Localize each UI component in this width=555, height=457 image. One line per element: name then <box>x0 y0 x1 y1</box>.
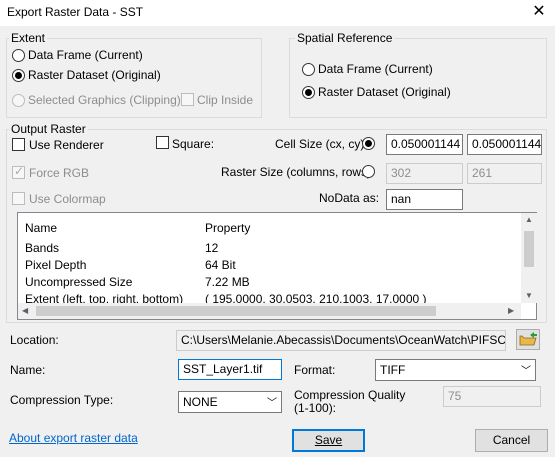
row-value: 12 <box>205 241 219 255</box>
location-label: Location: <box>10 333 59 347</box>
scroll-up-icon[interactable]: ▲ <box>525 215 533 224</box>
row-name: Pixel Depth <box>25 258 87 272</box>
about-export-link[interactable]: About export raster data <box>9 431 138 445</box>
clip-inside-checkbox[interactable] <box>181 93 194 106</box>
row-value: 7.22 MB <box>205 275 250 289</box>
extent-raster-dataset-radio[interactable] <box>12 69 25 82</box>
cell-size-x-input[interactable]: 0.050001144 <box>386 134 463 155</box>
force-rgb-label: Force RGB <box>29 166 90 180</box>
extent-selected-graphics-radio[interactable] <box>12 94 25 107</box>
raster-size-radio[interactable] <box>362 165 375 178</box>
column-header-property: Property <box>205 221 251 235</box>
cancel-button[interactable]: Cancel <box>475 429 548 452</box>
use-renderer-checkbox[interactable] <box>12 138 25 151</box>
row-name: Uncompressed Size <box>25 275 133 289</box>
format-label: Format: <box>294 363 336 377</box>
horizontal-scroll-thumb[interactable] <box>36 306 436 316</box>
use-colormap-checkbox[interactable] <box>12 192 25 205</box>
scroll-right-icon[interactable]: ▶ <box>508 306 514 315</box>
location-input[interactable]: C:\Users\Melanie.Abecassis\Documents\Oce… <box>176 330 506 351</box>
column-header-name: Name <box>25 221 58 235</box>
output-raster-legend: Output Raster <box>9 122 88 136</box>
row-name: Bands <box>25 241 60 255</box>
spatial-raster-dataset-label: Raster Dataset (Original) <box>318 85 451 99</box>
spatial-reference-legend: Spatial Reference <box>295 31 395 45</box>
scroll-down-icon[interactable]: ▼ <box>525 291 533 300</box>
extent-legend: Extent <box>9 31 48 45</box>
cancel-button-label: Cancel <box>492 433 531 447</box>
vertical-scroll-thumb[interactable] <box>524 231 534 267</box>
cell-size-y-input[interactable]: 0.050001144 <box>467 134 542 155</box>
use-colormap-label: Use Colormap <box>29 192 106 206</box>
table-row: Bands 12 <box>18 241 522 258</box>
compression-quality-input[interactable]: 75 <box>443 386 541 407</box>
horizontal-scrollbar[interactable]: ◀ ▶ <box>18 303 521 319</box>
spatial-data-frame-label: Data Frame (Current) <box>318 62 433 76</box>
properties-list[interactable]: Name Property Bands 12 Pixel Depth 64 Bi… <box>17 212 537 320</box>
compression-quality-label-range: (1-100): <box>294 401 337 415</box>
nodata-input[interactable]: nan <box>386 189 463 210</box>
compression-type-label: Compression Type: <box>10 393 114 407</box>
chevron-down-icon: ﹀ <box>521 366 531 377</box>
cell-size-label: Cell Size (cx, cy): <box>275 137 368 151</box>
compression-type-select[interactable]: NONE ﹀ <box>178 391 282 413</box>
close-icon[interactable]: ✕ <box>527 1 551 23</box>
name-label: Name: <box>10 363 46 377</box>
extent-data-frame-radio[interactable] <box>12 49 25 62</box>
extent-raster-dataset-label: Raster Dataset (Original) <box>28 68 161 82</box>
raster-columns-input[interactable]: 302 <box>386 163 463 184</box>
format-value: TIFF <box>380 363 406 377</box>
save-button[interactable]: Save <box>292 429 365 452</box>
scroll-left-icon[interactable]: ◀ <box>22 306 28 315</box>
spatial-data-frame-radio[interactable] <box>302 63 315 76</box>
compression-type-value: NONE <box>183 395 218 409</box>
window-title: Export Raster Data - SST <box>7 5 144 19</box>
vertical-scrollbar[interactable]: ▲ ▼ <box>521 213 537 303</box>
extent-selected-graphics-label: Selected Graphics (Clipping) <box>28 93 181 107</box>
compression-quality-label: Compression Quality <box>294 388 406 402</box>
row-value: 64 Bit <box>205 258 236 272</box>
properties-header-row: Name Property <box>18 221 522 238</box>
use-renderer-label: Use Renderer <box>29 138 104 152</box>
clip-inside-label: Clip Inside <box>197 93 254 107</box>
table-row: Uncompressed Size 7.22 MB <box>18 275 522 292</box>
table-row: Pixel Depth 64 Bit <box>18 258 522 275</box>
nodata-label: NoData as: <box>319 191 380 205</box>
force-rgb-checkbox[interactable] <box>12 164 25 179</box>
name-input[interactable]: SST_Layer1.tif <box>178 359 282 380</box>
format-select[interactable]: TIFF ﹀ <box>375 359 536 381</box>
open-folder-icon <box>519 332 537 346</box>
square-label: Square: <box>172 137 215 151</box>
chevron-down-icon: ﹀ <box>267 398 277 409</box>
browse-folder-button[interactable] <box>516 329 540 350</box>
raster-size-label: Raster Size (columns, rows): <box>221 165 375 179</box>
raster-rows-input[interactable]: 261 <box>467 163 542 184</box>
extent-data-frame-label: Data Frame (Current) <box>28 48 143 62</box>
spatial-reference-group <box>289 38 547 118</box>
spatial-raster-dataset-radio[interactable] <box>302 86 315 99</box>
save-button-label: Save <box>314 433 343 447</box>
square-checkbox[interactable] <box>156 136 169 149</box>
cell-size-radio[interactable] <box>362 137 375 150</box>
